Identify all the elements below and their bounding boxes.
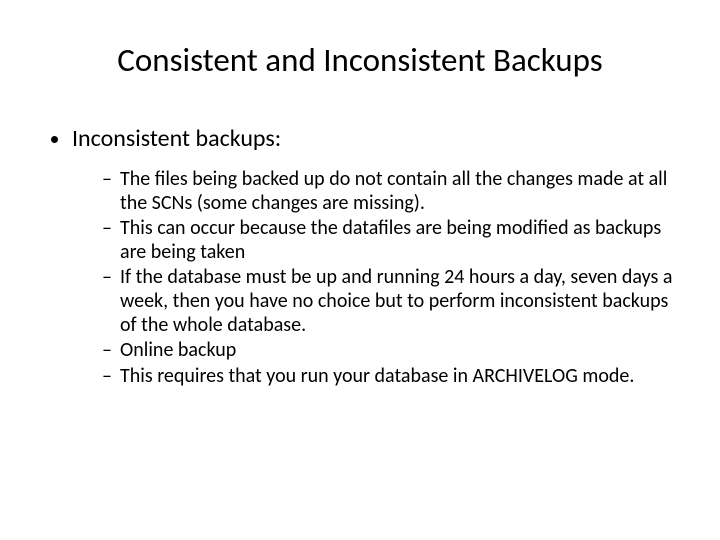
sub-bullet-text: Online backup (120, 338, 236, 362)
sub-bullet-text: This can occur because the datafiles are… (120, 216, 661, 264)
sub-bullet-text: The files being backed up do not contain… (120, 167, 667, 215)
bullet-item: Inconsistent backups: The files being ba… (72, 124, 674, 388)
sub-bullet-item: This requires that you run your database… (102, 365, 674, 389)
sub-bullet-item: If the database must be up and running 2… (102, 266, 674, 337)
bullet-list-level1: Inconsistent backups: The files being ba… (46, 124, 674, 388)
sub-bullet-text: If the database must be up and running 2… (120, 265, 672, 336)
bullet-list-level2: The files being backed up do not contain… (72, 168, 674, 388)
slide-title: Consistent and Inconsistent Backups (46, 40, 674, 80)
sub-bullet-item: The files being backed up do not contain… (102, 168, 674, 215)
sub-bullet-text: This requires that you run your database… (120, 364, 634, 388)
slide: Consistent and Inconsistent Backups Inco… (0, 0, 720, 540)
sub-bullet-item: Online backup (102, 339, 674, 363)
sub-bullet-item: This can occur because the datafiles are… (102, 217, 674, 264)
bullet-text: Inconsistent backups: (72, 124, 281, 153)
